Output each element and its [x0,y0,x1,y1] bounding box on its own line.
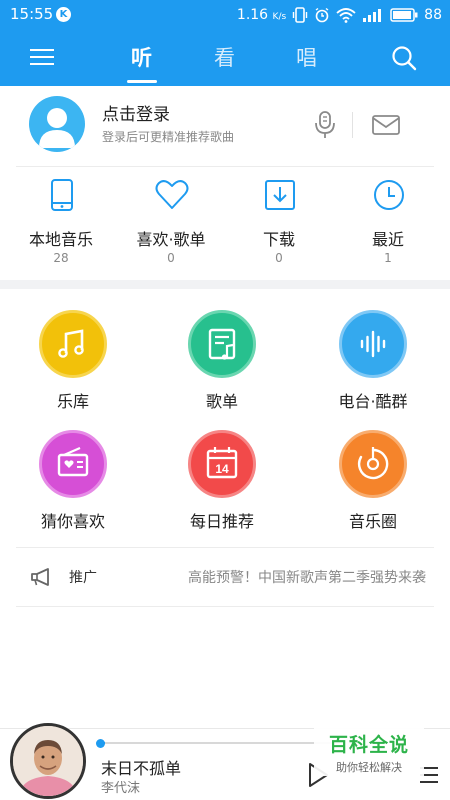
tab-sing[interactable]: 唱 [296,42,317,72]
watermark: 百科全说 助你轻松解决 [314,724,424,776]
status-right: 1.16 K/s 88 [237,5,442,25]
login-panel[interactable]: 点击登录 登录后可更精准推荐歌曲 [0,86,450,166]
phone-icon [51,179,73,211]
top-nav: 听 看 唱 [0,30,450,86]
k-badge-icon: K [56,7,71,22]
calendar-day: 14 [215,462,229,476]
feature-label: 猜你喜欢 [40,512,105,531]
quick-count: 0 [167,251,175,265]
radio-heart-icon [39,430,107,498]
feature-radio[interactable]: 电台·酷群 [313,310,433,422]
artist-avatar[interactable] [10,723,86,799]
feature-label: 歌单 [205,392,238,411]
quick-stats: 本地音乐 28 喜欢·歌单 0 下载 0 最近 1 [0,170,450,278]
feature-guess-like[interactable]: 猜你喜欢 [13,430,133,542]
song-artist: 李代沫 [101,781,141,796]
download-icon [265,180,295,210]
promo-banner[interactable]: 推广 高能预警！中国新歌声第二季强势来袭 [0,548,450,606]
quick-label: 最近 [371,230,404,249]
feature-label: 每日推荐 [189,512,254,531]
login-subtitle: 登录后可更精准推荐歌曲 [102,130,235,144]
section-gap [0,280,450,289]
quick-count: 0 [275,251,283,265]
quick-label: 喜欢·歌单 [136,230,206,249]
status-time: 15:55 [10,5,54,23]
song-title[interactable]: 末日不孤单 [101,755,181,779]
megaphone-icon [31,568,49,586]
playlist-icon [188,310,256,378]
progress-handle[interactable] [96,739,105,748]
favorites-item[interactable]: 喜欢·歌单 0 [116,170,226,278]
alarm-icon [315,7,329,23]
feature-music-circle[interactable]: 音乐圈 [313,430,433,542]
feature-label: 电台·酷群 [338,392,408,411]
tab-listen[interactable]: 听 [131,42,152,72]
feature-label: 音乐圈 [348,512,397,531]
signal-icon [363,9,382,22]
calendar-icon: 14 [188,430,256,498]
battery-icon [390,8,418,22]
promo-text[interactable]: 高能预警！中国新歌声第二季强势来袭 [188,567,426,587]
feature-daily[interactable]: 14 每日推荐 [162,430,282,542]
quick-count: 28 [53,251,69,265]
microphone-icon[interactable] [312,110,338,140]
search-icon[interactable] [390,44,418,72]
promo-label: 推广 [69,570,97,586]
divider [16,606,434,607]
radio-wave-icon [339,310,407,378]
battery-level: 88 [424,7,442,23]
quick-label: 下载 [262,230,295,249]
music-note-icon [39,310,107,378]
vibrate-icon [292,7,308,23]
mail-icon[interactable] [371,113,401,137]
profile-divider [352,112,353,138]
watermark-main: 百科全说 [328,734,409,756]
net-speed: 1.16 K/s [237,7,286,23]
net-speed-unit: K/s [272,12,287,22]
wifi-icon [336,8,356,23]
feature-playlist[interactable]: 歌单 [162,310,282,422]
heart-icon [155,180,189,209]
quick-label: 本地音乐 [28,230,93,249]
quick-count: 1 [384,251,392,265]
active-tab-indicator [127,80,157,83]
status-bar: 15:55 K 1.16 K/s 88 [0,0,450,30]
hamburger-menu-icon[interactable] [30,44,60,70]
app-header: 15:55 K 1.16 K/s 88 听 看 唱 [0,0,450,86]
net-speed-value: 1.16 [236,7,269,23]
music-disc-icon [339,430,407,498]
feature-label: 乐库 [56,392,89,411]
default-user-avatar-icon[interactable] [29,96,85,152]
divider [16,166,434,167]
music-app: 15:55 K 1.16 K/s 88 听 看 唱 点击登录 登录后可更精准推荐… [0,0,450,800]
clock-icon [374,180,404,210]
tab-watch[interactable]: 看 [214,42,235,72]
recent-item[interactable]: 最近 1 [333,170,443,278]
feature-library[interactable]: 乐库 [13,310,133,422]
local-music-item[interactable]: 本地音乐 28 [6,170,116,278]
progress-bar[interactable] [100,742,340,744]
watermark-sub: 助你轻松解决 [336,761,402,774]
login-title[interactable]: 点击登录 [102,100,170,125]
download-item[interactable]: 下载 0 [224,170,334,278]
